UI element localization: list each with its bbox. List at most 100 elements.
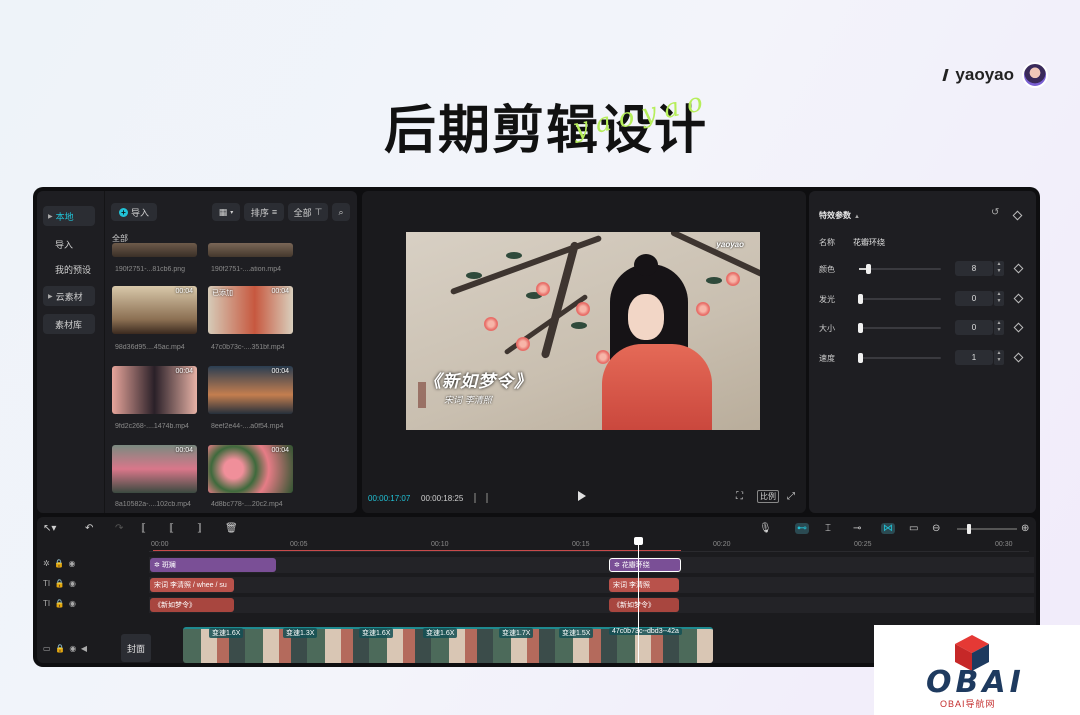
brand-bar: [942, 69, 950, 81]
text-clip[interactable]: 宋词 李清照: [609, 578, 679, 592]
effect-clip[interactable]: ✲ 斑斓: [150, 558, 276, 572]
slider-knob[interactable]: [858, 294, 863, 304]
fit-screen-icon[interactable]: ⛶: [736, 491, 743, 502]
param-value-input[interactable]: 1: [955, 350, 993, 365]
media-thumb-2[interactable]: [208, 243, 293, 257]
stepper-icon[interactable]: ▲ ▼: [994, 350, 1004, 365]
search-button[interactable]: ⌕: [332, 203, 350, 221]
param-slider[interactable]: [858, 353, 941, 363]
param-label: 大小: [819, 324, 835, 333]
param-slider[interactable]: [858, 294, 941, 304]
clip-label: 宋词 李清照: [613, 582, 650, 589]
subtitle-icon[interactable]: ▭: [909, 523, 918, 534]
figure-face: [628, 294, 664, 340]
chain-icon[interactable]: ⊸: [853, 523, 861, 534]
slider-knob[interactable]: [866, 264, 872, 274]
keyframe-icon[interactable]: [1013, 352, 1024, 363]
undo-icon[interactable]: ↶: [85, 523, 93, 534]
preview-axis-icon[interactable]: ⋈: [881, 523, 895, 534]
stepper-icon[interactable]: ▲ ▼: [994, 291, 1004, 306]
fullscreen-icon[interactable]: ⤢: [787, 491, 795, 502]
nav-cloud[interactable]: ▶ 云素材: [43, 286, 95, 306]
preview-canvas[interactable]: yaoyao 《新如梦令》 宋词 李清照: [406, 232, 760, 430]
select-cursor-icon[interactable]: ↖▾: [43, 523, 56, 534]
blossom-shape: [516, 337, 530, 351]
media-thumb-5[interactable]: 00:04: [112, 366, 197, 414]
playhead-handle[interactable]: [634, 537, 643, 545]
avatar: [1022, 62, 1048, 88]
text-clip[interactable]: 《新如梦令》: [609, 598, 679, 612]
duration-badge: 00:04: [271, 447, 289, 454]
ruler-tick: 00:15: [572, 541, 590, 548]
library-nav: ▶ 本地 导入 我的预设 ▶ 云素材 素材库: [37, 191, 105, 513]
sort-button[interactable]: 排序 ≡: [244, 203, 284, 221]
link-icon[interactable]: ⌶: [825, 523, 831, 534]
nav-presets[interactable]: 我的预设: [43, 259, 95, 279]
playhead[interactable]: [638, 539, 639, 663]
trim-left-icon[interactable]: ⟦: [169, 523, 174, 534]
media-thumb-1[interactable]: [112, 243, 197, 257]
magnet-snap-icon[interactable]: ⊷: [795, 523, 809, 534]
filter-icon: ⊤: [314, 206, 323, 217]
stepper-icon[interactable]: ▲ ▼: [994, 320, 1004, 335]
waveform-icon[interactable]: [474, 493, 488, 503]
media-thumb-7[interactable]: 00:04: [112, 445, 197, 493]
slider-knob[interactable]: [858, 323, 863, 333]
keyframe-icon[interactable]: [1013, 322, 1024, 333]
zoom-knob[interactable]: [967, 524, 971, 534]
param-slider[interactable]: [858, 323, 941, 333]
ratio-button[interactable]: 比例: [757, 490, 779, 503]
logo-subtitle: OBAI导航网: [940, 699, 996, 709]
import-button[interactable]: + 导入: [111, 203, 157, 221]
ruler-tick: 00:25: [854, 541, 872, 548]
microphone-icon[interactable]: 🎙: [759, 523, 772, 534]
param-value-input[interactable]: 0: [955, 291, 993, 306]
param-value-input[interactable]: 0: [955, 320, 993, 335]
props-title[interactable]: 特效参数 ▲: [819, 210, 860, 221]
keyframe-icon[interactable]: [1013, 263, 1024, 274]
media-filename: 98d36d95....45ac.mp4: [115, 344, 185, 351]
stepper-icon[interactable]: ▲ ▼: [994, 261, 1004, 276]
media-thumb-8[interactable]: 00:04: [208, 445, 293, 493]
zoom-out-icon[interactable]: ⊖: [932, 523, 940, 534]
text-track-icon: TI 🔒 ◉: [43, 579, 76, 588]
slider-knob[interactable]: [858, 353, 863, 363]
ruler-tick: 00:30: [995, 541, 1013, 548]
media-thumb-6[interactable]: 00:04: [208, 366, 293, 414]
split-icon[interactable]: ⟦: [141, 523, 146, 534]
cover-button[interactable]: 封面: [121, 634, 151, 662]
param-label: 发光: [819, 295, 835, 304]
nav-import[interactable]: 导入: [43, 234, 95, 254]
brand: yaoyao: [942, 62, 1048, 88]
zoom-in-icon[interactable]: ⊕: [1021, 523, 1029, 534]
nav-material-label: 素材库: [55, 319, 83, 330]
filter-all-button[interactable]: 全部 ⊤: [288, 203, 328, 221]
speed-badge: 变速1.5X: [559, 628, 594, 638]
text-clip[interactable]: 宋词 李清照 / whee / su: [150, 578, 234, 592]
param-value-input[interactable]: 8: [955, 261, 993, 276]
keyframe-icon[interactable]: [1013, 293, 1024, 304]
clip-label: 《新如梦令》: [613, 602, 655, 609]
delete-icon[interactable]: 🗑: [225, 523, 238, 534]
clip-label: 宋词 李清照 / whee / su: [154, 582, 227, 589]
media-thumb-3[interactable]: 00:04: [112, 286, 197, 334]
play-button[interactable]: [578, 491, 586, 501]
nav-material-library[interactable]: 素材库: [43, 314, 95, 334]
effect-clip-selected[interactable]: ✲ 花瓣环绕: [609, 558, 681, 572]
nav-local[interactable]: ▶ 本地: [43, 206, 95, 226]
param-slider[interactable]: [859, 264, 941, 274]
zoom-slider[interactable]: [957, 524, 1017, 534]
preview-player: yaoyao 《新如梦令》 宋词 李清照 00:00:17:07 00:00:1…: [362, 191, 806, 513]
figure-robe: [602, 344, 712, 430]
leaf-shape: [571, 322, 587, 329]
text-clip[interactable]: 《新如梦令》: [150, 598, 234, 612]
redo-icon[interactable]: ↷: [115, 523, 123, 534]
trim-right-icon[interactable]: ⟧: [197, 523, 202, 534]
keyframe-icon[interactable]: [1012, 210, 1023, 221]
view-toggle[interactable]: ▦ ▾: [212, 203, 240, 221]
duration-badge: 00:04: [175, 447, 193, 454]
props-title-label: 特效参数: [819, 211, 851, 220]
speed-badge: 变速1.7X: [499, 628, 534, 638]
media-thumb-4[interactable]: 已添加 00:04: [208, 286, 293, 334]
reset-icon[interactable]: ↺: [991, 207, 999, 218]
